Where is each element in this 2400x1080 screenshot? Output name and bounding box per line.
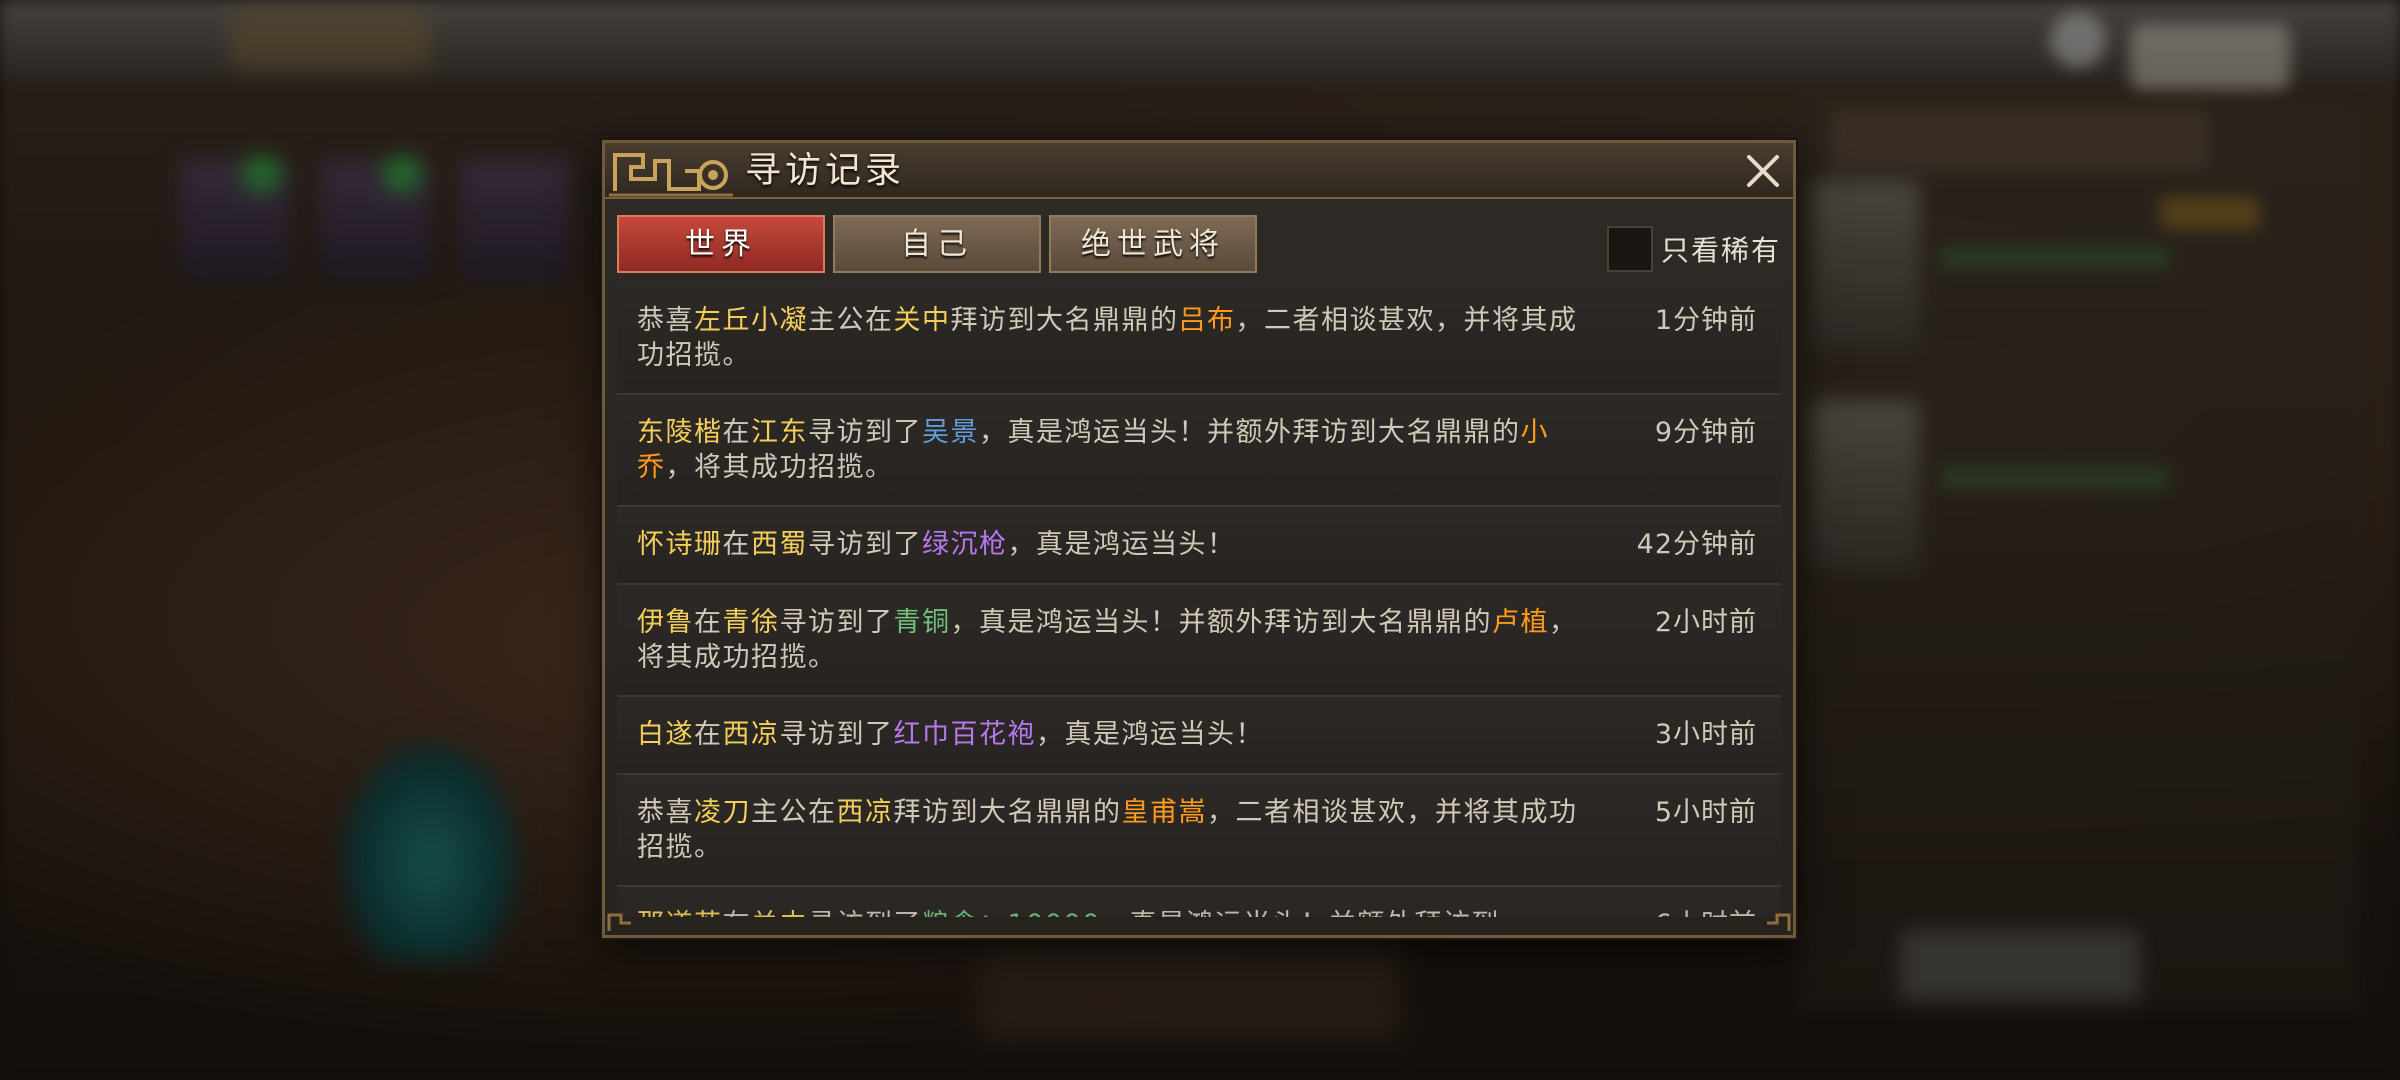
record-text-segment: 主公在 bbox=[751, 797, 837, 828]
rare-only-label: 只看稀有 bbox=[1660, 234, 1781, 267]
record-text-segment: 在 bbox=[694, 607, 723, 638]
record-time: 3小时前 bbox=[1654, 719, 1757, 750]
record-text-segment: ，真是鸿运当头！并额外拜访到大名鼎鼎的 bbox=[950, 607, 1492, 638]
highlight-text: 东陵楷 bbox=[637, 417, 723, 448]
rare-only-checkbox[interactable] bbox=[1606, 226, 1653, 272]
highlight-text: 粮食：10000 bbox=[922, 909, 1101, 917]
highlight-text: 关中 bbox=[893, 305, 951, 336]
record-text-segment: 寻访到了 bbox=[779, 719, 894, 750]
record-text: 恭喜凌刀主公在西凉拜访到大名鼎鼎的皇甫嵩，二者相谈甚欢，并将其成功招揽。 bbox=[637, 795, 1601, 865]
dialog-title: 寻访记录 bbox=[745, 150, 906, 191]
record-text-segment: 恭喜 bbox=[637, 305, 694, 336]
record-text-segment: ，真是鸿运当头！ bbox=[1036, 719, 1264, 750]
tab-bar: 世界 自己 绝世武将 bbox=[617, 215, 1257, 273]
record-text-segment: 寻访到了 bbox=[779, 607, 894, 638]
highlight-text: 卢植 bbox=[1492, 607, 1549, 638]
record-row: 伊鲁在青徐寻访到了青铜，真是鸿运当头！并额外拜访到大名鼎鼎的卢植，将其成功招揽。… bbox=[617, 585, 1781, 697]
rare-only-toggle[interactable]: 只看稀有 bbox=[1606, 225, 1781, 273]
record-time: 1分钟前 bbox=[1654, 305, 1757, 336]
tab-world[interactable]: 世界 bbox=[617, 215, 825, 273]
record-text-segment: ，将其成功招揽。 bbox=[665, 452, 894, 483]
highlight-text: 怀诗珊 bbox=[637, 529, 723, 560]
record-row: 怀诗珊在西蜀寻访到了绿沉枪，真是鸿运当头！ 42分钟前 bbox=[617, 507, 1781, 585]
close-button[interactable] bbox=[1739, 147, 1787, 195]
corner-ornament-icon bbox=[607, 913, 631, 931]
record-time: 5小时前 bbox=[1654, 797, 1757, 828]
highlight-text: 吴景 bbox=[922, 417, 979, 448]
record-text-segment: 主公在 bbox=[808, 305, 894, 336]
record-text: 白遂在西凉寻访到了红巾百花袍，真是鸿运当头！ bbox=[637, 717, 1601, 752]
close-icon bbox=[1747, 155, 1779, 187]
highlight-text: 那道若 bbox=[637, 909, 723, 917]
dialog-header: 寻访记录 bbox=[605, 143, 1793, 199]
highlight-text: 红巾百花袍 bbox=[893, 719, 1036, 750]
record-row: 那道若在关中寻访到了粮食：10000，真是鸿运当头！并额外拜访到 6小时前 bbox=[617, 887, 1781, 917]
record-text: 那道若在关中寻访到了粮食：10000，真是鸿运当头！并额外拜访到 bbox=[637, 907, 1601, 917]
highlight-text: 西凉 bbox=[836, 797, 894, 828]
record-text-segment: ，真是鸿运当头！并额外拜访到 bbox=[1101, 909, 1500, 917]
record-text-segment: 寻访到了 bbox=[808, 529, 922, 560]
highlight-text: 西蜀 bbox=[751, 529, 808, 560]
record-time: 9分钟前 bbox=[1654, 417, 1757, 448]
highlight-text: 白遂 bbox=[637, 719, 694, 750]
highlight-text: 左丘小凝 bbox=[694, 305, 808, 336]
record-text-segment: 寻访到了 bbox=[808, 909, 922, 917]
record-text: 怀诗珊在西蜀寻访到了绿沉枪，真是鸿运当头！ bbox=[637, 527, 1601, 562]
record-text-segment: 在 bbox=[723, 909, 752, 917]
record-row: 白遂在西凉寻访到了红巾百花袍，真是鸿运当头！ 3小时前 bbox=[617, 697, 1781, 775]
record-text-segment: 在 bbox=[722, 417, 751, 448]
record-text-segment: ，真是鸿运当头！ bbox=[1007, 529, 1236, 560]
record-text-segment: 寻访到了 bbox=[808, 417, 922, 448]
record-row: 东陵楷在江东寻访到了吴景，真是鸿运当头！并额外拜访到大名鼎鼎的小乔，将其成功招揽… bbox=[617, 395, 1781, 507]
highlight-text: 皇甫嵩 bbox=[1121, 797, 1207, 828]
record-text-segment: 拜访到大名鼎鼎的 bbox=[893, 797, 1122, 828]
cloud-ornament-icon bbox=[609, 153, 733, 197]
record-text-segment: 拜访到大名鼎鼎的 bbox=[950, 305, 1179, 336]
highlight-text: 伊鲁 bbox=[637, 607, 694, 638]
record-row: 恭喜凌刀主公在西凉拜访到大名鼎鼎的皇甫嵩，二者相谈甚欢，并将其成功招揽。 5小时前 bbox=[617, 775, 1781, 887]
highlight-text: 西凉 bbox=[722, 719, 780, 750]
highlight-text: 绿沉枪 bbox=[922, 529, 1008, 560]
tab-peerless-generals[interactable]: 绝世武将 bbox=[1049, 215, 1257, 273]
record-text: 伊鲁在青徐寻访到了青铜，真是鸿运当头！并额外拜访到大名鼎鼎的卢植，将其成功招揽。 bbox=[637, 605, 1601, 675]
corner-ornament-icon bbox=[1767, 913, 1791, 931]
highlight-text: 江东 bbox=[751, 417, 808, 448]
record-time: 42分钟前 bbox=[1636, 529, 1757, 560]
record-text-segment: 在 bbox=[722, 529, 751, 560]
record-text-segment: 在 bbox=[694, 719, 723, 750]
record-text-segment: 恭喜 bbox=[637, 797, 694, 828]
highlight-text: 吕布 bbox=[1178, 305, 1236, 336]
record-row: 恭喜左丘小凝主公在关中拜访到大名鼎鼎的吕布，二者相谈甚欢，并将其成功招揽。 1分钟… bbox=[617, 283, 1781, 395]
record-list[interactable]: 恭喜左丘小凝主公在关中拜访到大名鼎鼎的吕布，二者相谈甚欢，并将其成功招揽。 1分钟… bbox=[617, 283, 1781, 917]
tab-self[interactable]: 自己 bbox=[833, 215, 1041, 273]
record-time: 2小时前 bbox=[1654, 607, 1757, 638]
highlight-text: 青徐 bbox=[722, 607, 780, 638]
record-text: 恭喜左丘小凝主公在关中拜访到大名鼎鼎的吕布，二者相谈甚欢，并将其成功招揽。 bbox=[637, 303, 1601, 373]
visit-record-dialog: 寻访记录 世界 自己 绝世武将 只看稀有 恭喜左丘小凝主公在关中拜访到大名鼎鼎的… bbox=[602, 140, 1796, 938]
record-text: 东陵楷在江东寻访到了吴景，真是鸿运当头！并额外拜访到大名鼎鼎的小乔，将其成功招揽… bbox=[637, 415, 1601, 485]
record-time: 6小时前 bbox=[1655, 907, 1757, 917]
highlight-text: 凌刀 bbox=[694, 797, 751, 828]
highlight-text: 关中 bbox=[751, 909, 808, 917]
record-text-segment: ，真是鸿运当头！并额外拜访到大名鼎鼎的 bbox=[979, 417, 1521, 448]
highlight-text: 青铜 bbox=[893, 607, 951, 638]
